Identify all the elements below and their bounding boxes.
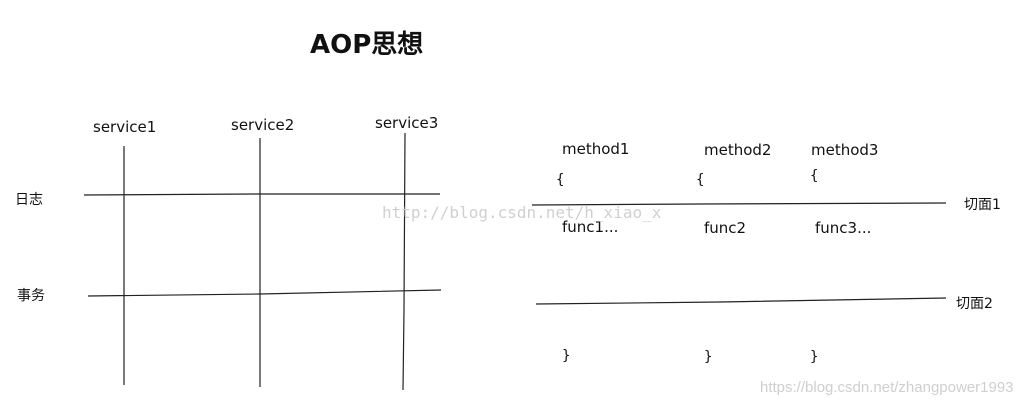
method2-label: method2 [704, 141, 772, 159]
method3-close-brace: } [810, 349, 819, 365]
transaction-horizontal-line [87, 289, 442, 297]
aspect2-label: 切面2 [956, 296, 993, 312]
method1-open-brace: { [556, 172, 565, 188]
method2-close-brace: } [704, 349, 713, 365]
method2-open-brace: { [696, 172, 705, 188]
log-row-label: 日志 [15, 192, 43, 208]
service1-label: service1 [93, 118, 157, 136]
service2-label: service2 [231, 116, 295, 134]
bottom-right-watermark: https://blog.csdn.net/zhangpower1993 [760, 379, 1014, 396]
method3-open-brace: { [810, 168, 819, 184]
center-watermark: http://blog.csdn.net/h_xiao_x [382, 203, 662, 222]
aspect1-label: 切面1 [964, 197, 1001, 213]
service3-label: service3 [375, 114, 439, 132]
method1-close-brace: } [562, 348, 571, 364]
func3-label: func3... [815, 219, 872, 237]
func2-label: func2 [704, 219, 747, 237]
service3-vertical-line [402, 132, 406, 391]
aspect2-line [535, 297, 947, 305]
transaction-row-label: 事务 [17, 288, 45, 304]
method3-label: method3 [811, 141, 879, 159]
log-horizontal-line [83, 193, 440, 196]
method1-label: method1 [562, 140, 630, 158]
